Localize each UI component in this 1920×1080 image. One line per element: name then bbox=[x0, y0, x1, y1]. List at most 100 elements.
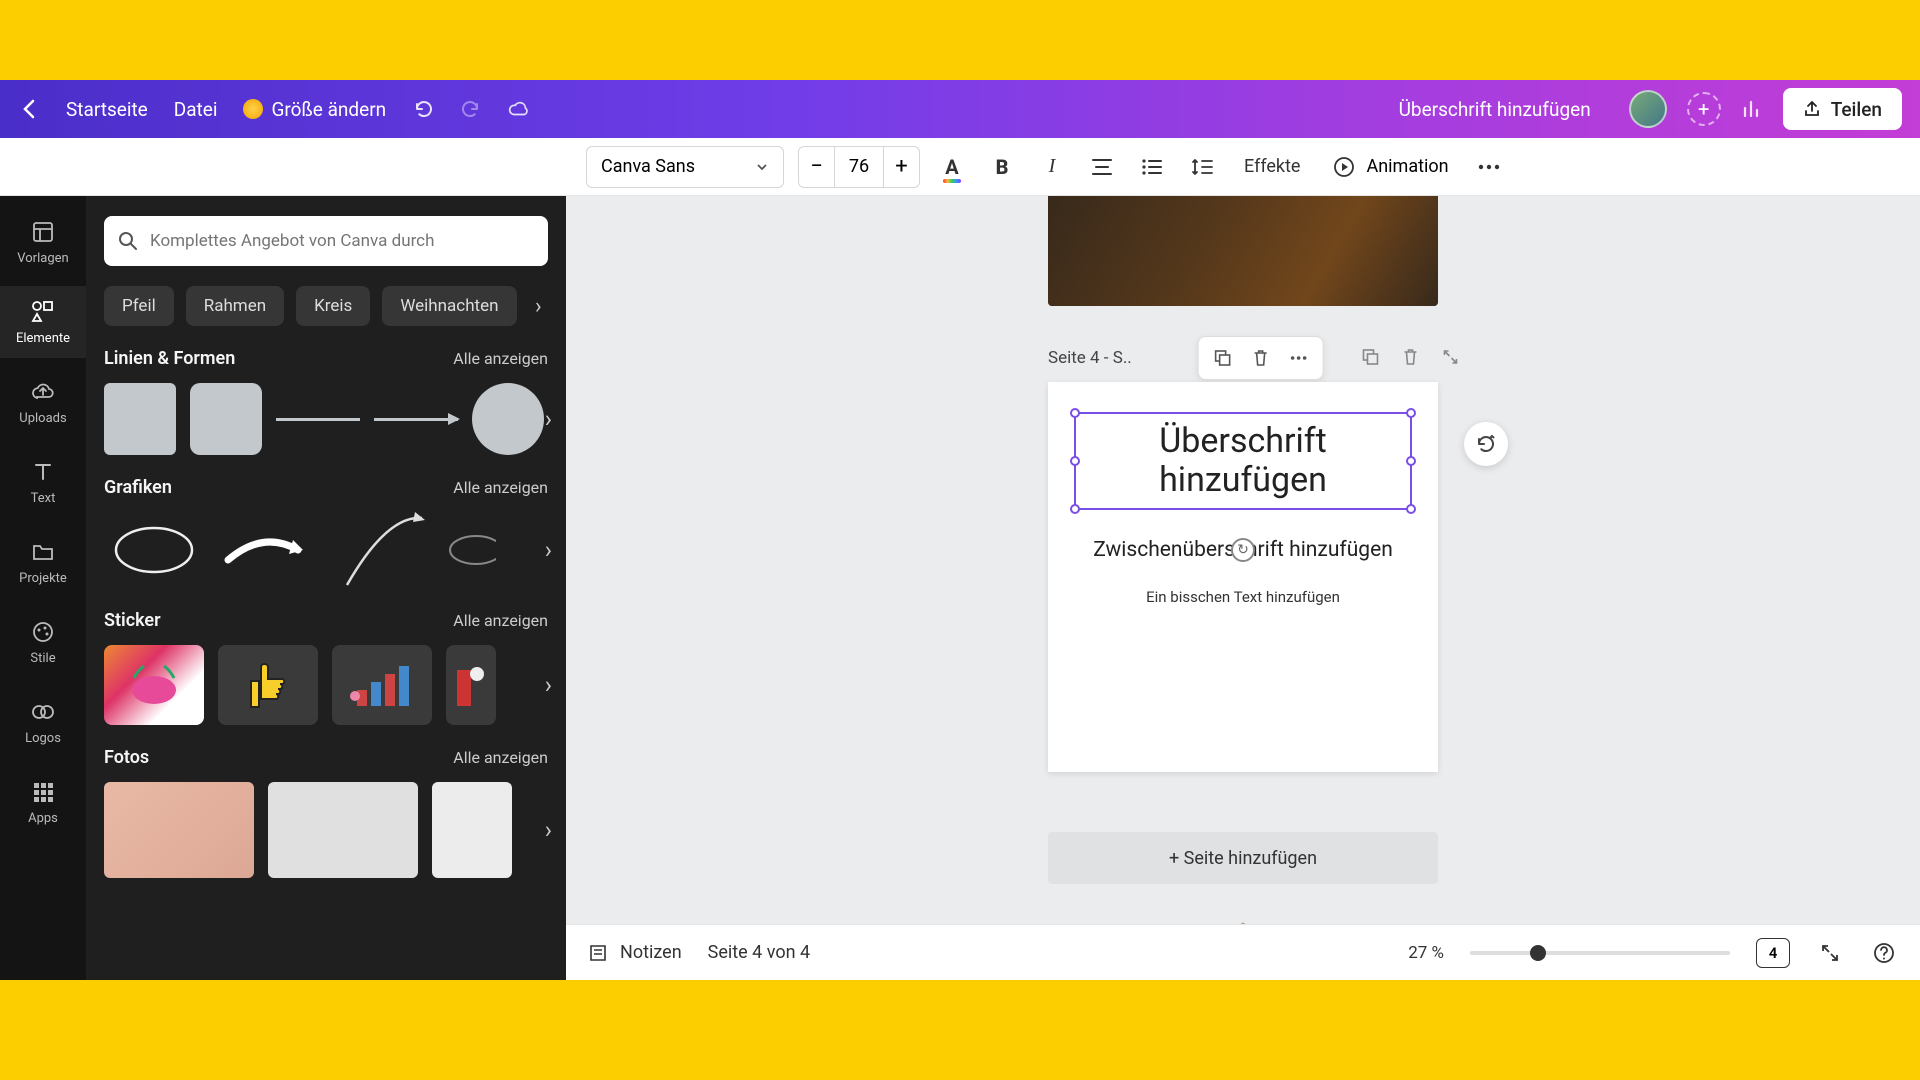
home-link[interactable]: Startseite bbox=[66, 98, 148, 121]
graphic-partial[interactable] bbox=[446, 512, 496, 588]
search-box[interactable] bbox=[104, 216, 548, 266]
redo-button[interactable] bbox=[460, 98, 482, 120]
rail-styles[interactable]: Stile bbox=[0, 606, 86, 678]
apps-icon bbox=[30, 779, 56, 805]
back-button[interactable] bbox=[18, 98, 40, 120]
align-button[interactable] bbox=[1084, 149, 1120, 185]
file-menu[interactable]: Datei bbox=[174, 98, 218, 121]
body-text[interactable]: Ein bisschen Text hinzufügen bbox=[1078, 588, 1408, 606]
help-button[interactable] bbox=[1870, 939, 1898, 967]
photo-thumb-2[interactable] bbox=[268, 782, 418, 878]
graphic-scribble-oval[interactable] bbox=[104, 512, 204, 588]
sticker-partial[interactable] bbox=[446, 645, 496, 725]
bold-button[interactable]: B bbox=[984, 149, 1020, 185]
chip-weihnachten[interactable]: Weihnachten bbox=[382, 286, 516, 326]
chip-kreis[interactable]: Kreis bbox=[296, 286, 370, 326]
previous-page-preview[interactable] bbox=[1048, 196, 1438, 306]
section-graphics: Grafiken Alle anzeigen › bbox=[104, 477, 548, 588]
lines-next[interactable]: › bbox=[545, 405, 552, 433]
zoom-thumb[interactable] bbox=[1530, 945, 1546, 961]
shape-circle[interactable] bbox=[472, 383, 544, 455]
insights-icon[interactable] bbox=[1741, 98, 1763, 120]
section-sticker-all[interactable]: Alle anzeigen bbox=[453, 611, 548, 630]
canvas-area[interactable]: Seite 4 - S.. Über bbox=[566, 196, 1920, 980]
effects-button[interactable]: Effekte bbox=[1234, 156, 1310, 177]
rail-projects-label: Projekte bbox=[19, 571, 67, 586]
add-page-button[interactable]: + Seite hinzufügen bbox=[1048, 832, 1438, 884]
shape-arrow[interactable] bbox=[374, 418, 458, 421]
font-size-increase[interactable]: + bbox=[883, 147, 919, 187]
graphics-next[interactable]: › bbox=[545, 536, 552, 564]
regenerate-button[interactable] bbox=[1464, 422, 1508, 466]
section-photos-all[interactable]: Alle anzeigen bbox=[453, 748, 548, 767]
shape-rounded-square[interactable] bbox=[190, 383, 262, 455]
page-count-badge[interactable]: 4 bbox=[1756, 938, 1790, 968]
fullscreen-button[interactable] bbox=[1816, 939, 1844, 967]
canvas-page[interactable]: Überschrift hinzufügen Zwischenüberschri… bbox=[1048, 382, 1438, 772]
resize-handle-tl[interactable] bbox=[1070, 408, 1080, 418]
delete-icon[interactable] bbox=[1245, 342, 1277, 374]
sticker-thumbs-up[interactable] bbox=[218, 645, 318, 725]
chip-rahmen[interactable]: Rahmen bbox=[186, 286, 284, 326]
more-button[interactable] bbox=[1471, 149, 1507, 185]
photo-thumb-1[interactable] bbox=[104, 782, 254, 878]
photos-next[interactable]: › bbox=[545, 816, 552, 844]
add-member-button[interactable]: + bbox=[1687, 92, 1721, 126]
heading-text-box[interactable]: Überschrift hinzufügen bbox=[1074, 412, 1412, 510]
resize-handle-br[interactable] bbox=[1406, 504, 1416, 514]
chip-pfeil[interactable]: Pfeil bbox=[104, 286, 174, 326]
rail-uploads[interactable]: Uploads bbox=[0, 366, 86, 438]
photo-thumb-3[interactable] bbox=[432, 782, 512, 878]
graphic-curved-arrow[interactable] bbox=[218, 512, 318, 588]
document-title[interactable]: Überschrift hinzufügen bbox=[1399, 98, 1591, 121]
font-size-value[interactable]: 76 bbox=[835, 156, 883, 177]
heading-text[interactable]: Überschrift hinzufügen bbox=[1080, 422, 1406, 500]
rail-elements[interactable]: Elemente bbox=[0, 286, 86, 358]
cloud-sync-icon[interactable] bbox=[508, 98, 530, 120]
page-expand-icon[interactable] bbox=[1437, 344, 1463, 370]
font-size-stepper: − 76 + bbox=[798, 146, 920, 188]
section-photos-title: Fotos bbox=[104, 747, 149, 768]
list-button[interactable] bbox=[1134, 149, 1170, 185]
shape-line[interactable] bbox=[276, 418, 360, 421]
text-color-button[interactable]: A bbox=[934, 149, 970, 185]
rail-logos[interactable]: Logos bbox=[0, 686, 86, 758]
rail-projects[interactable]: Projekte bbox=[0, 526, 86, 598]
rail-apps[interactable]: Apps bbox=[0, 766, 86, 838]
animation-button[interactable]: Animation bbox=[1324, 155, 1456, 179]
rail-logos-label: Logos bbox=[25, 731, 61, 746]
sticker-next[interactable]: › bbox=[545, 671, 552, 699]
chips-next[interactable]: › bbox=[529, 291, 548, 321]
spacing-button[interactable] bbox=[1184, 149, 1220, 185]
sticker-turkey[interactable] bbox=[104, 645, 204, 725]
rail-templates[interactable]: Vorlagen bbox=[0, 206, 86, 278]
selection-more-icon[interactable] bbox=[1283, 342, 1315, 374]
user-avatar[interactable] bbox=[1629, 90, 1667, 128]
duplicate-icon[interactable] bbox=[1207, 342, 1239, 374]
share-button[interactable]: Teilen bbox=[1783, 88, 1902, 130]
undo-button[interactable] bbox=[412, 98, 434, 120]
zoom-percent[interactable]: 27 % bbox=[1408, 943, 1444, 963]
font-size-decrease[interactable]: − bbox=[799, 147, 835, 187]
resize-handle-l[interactable] bbox=[1070, 456, 1080, 466]
resize-button[interactable]: Größe ändern bbox=[243, 98, 386, 121]
shape-square[interactable] bbox=[104, 383, 176, 455]
resize-handle-tr[interactable] bbox=[1406, 408, 1416, 418]
projects-icon bbox=[30, 539, 56, 565]
sticker-bar-chart[interactable] bbox=[332, 645, 432, 725]
page-delete-icon[interactable] bbox=[1397, 344, 1423, 370]
page-duplicate-icon[interactable] bbox=[1357, 344, 1383, 370]
resize-handle-bl[interactable] bbox=[1070, 504, 1080, 514]
graphic-swoosh[interactable] bbox=[332, 512, 432, 588]
page-label-text[interactable]: Seite 4 - S.. bbox=[1048, 348, 1132, 368]
notes-button[interactable]: Notizen bbox=[588, 942, 682, 963]
section-graphics-all[interactable]: Alle anzeigen bbox=[453, 478, 548, 497]
section-lines-all[interactable]: Alle anzeigen bbox=[453, 349, 548, 368]
italic-button[interactable]: I bbox=[1034, 149, 1070, 185]
zoom-slider[interactable] bbox=[1470, 951, 1730, 955]
rotate-handle[interactable]: ↻ bbox=[1231, 538, 1255, 562]
resize-handle-r[interactable] bbox=[1406, 456, 1416, 466]
font-family-select[interactable]: Canva Sans bbox=[586, 146, 784, 188]
search-input[interactable] bbox=[150, 231, 534, 251]
rail-text[interactable]: Text bbox=[0, 446, 86, 518]
